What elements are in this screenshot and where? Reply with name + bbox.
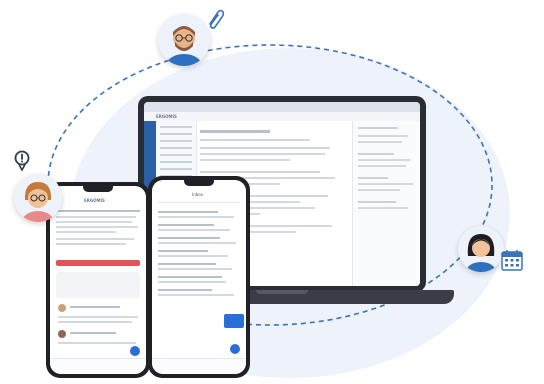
phone-left-card xyxy=(56,272,140,298)
phone-left: ERGOMIS xyxy=(46,182,150,378)
phone-right-title: Inbox xyxy=(192,192,203,197)
phone-right-tabbar xyxy=(152,358,246,374)
woman-dark-hair-icon xyxy=(466,234,496,272)
avatar-man-glasses xyxy=(158,14,210,66)
exclamation-icon xyxy=(14,150,30,172)
phone-right-notch xyxy=(184,180,214,186)
phone-right: Inbox xyxy=(148,176,250,378)
phone-left-alert-bar[interactable] xyxy=(56,260,140,266)
paperclip-icon xyxy=(209,9,225,29)
app-header: ERGOMIS xyxy=(144,112,420,121)
browser-bar xyxy=(144,102,420,112)
phone-left-avatar-1 xyxy=(58,304,66,312)
illustration-scene: ERGOMIS ERGOMIS Inbox xyxy=(0,0,544,384)
phone-left-tabbar xyxy=(50,358,146,374)
phone-right-list xyxy=(158,206,240,302)
phone-left-fab[interactable] xyxy=(130,346,140,356)
woman-glasses-icon xyxy=(22,182,54,222)
phone-right-fab[interactable] xyxy=(230,344,240,354)
phone-right-blue-chip[interactable] xyxy=(224,314,244,328)
avatar-woman-dark-hair xyxy=(458,226,504,272)
info-panel xyxy=(352,121,420,286)
phone-right-screen: Inbox xyxy=(152,180,246,374)
phone-left-screen: ERGOMIS xyxy=(50,186,146,374)
app-brand: ERGOMIS xyxy=(156,114,177,119)
laptop-notch xyxy=(256,290,308,294)
phone-left-notch xyxy=(83,186,113,192)
man-glasses-icon xyxy=(166,26,202,66)
avatar-woman-glasses xyxy=(14,174,62,222)
phone-left-avatar-2 xyxy=(58,330,66,338)
calendar-icon xyxy=(501,250,523,271)
phone-left-brand: ERGOMIS xyxy=(84,198,105,203)
